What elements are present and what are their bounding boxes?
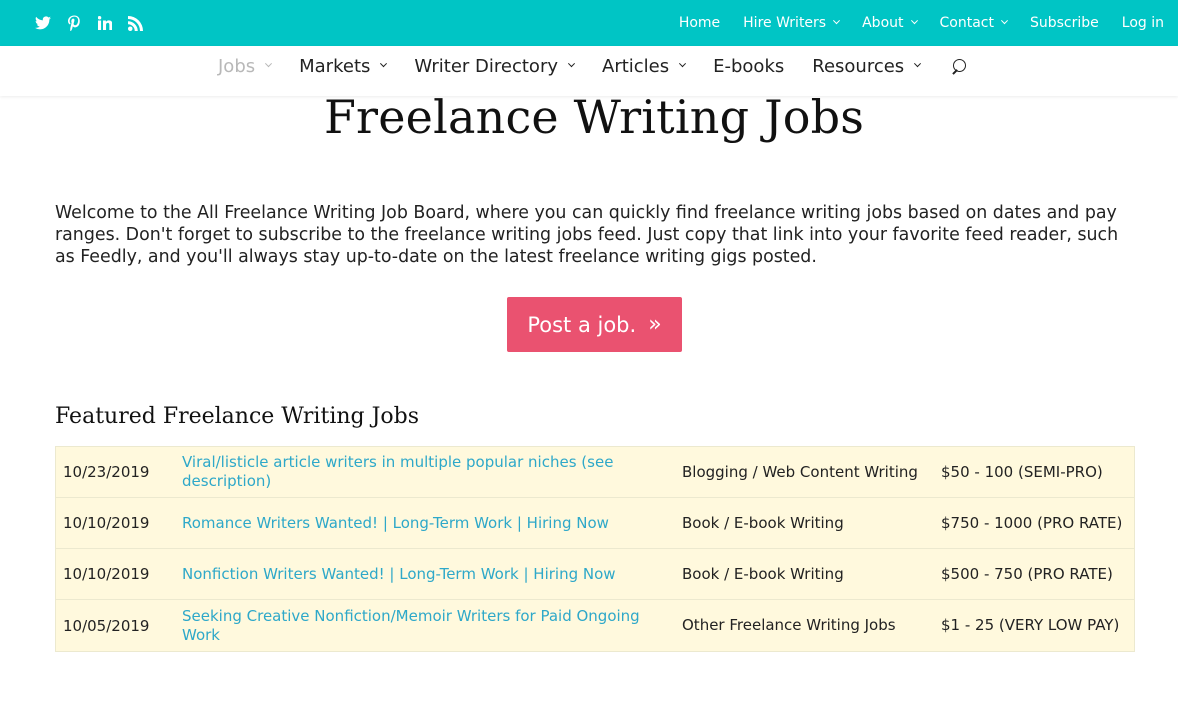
mainnav-markets[interactable]: Markets bbox=[299, 55, 388, 77]
job-date: 10/10/2019 bbox=[63, 565, 150, 583]
job-title-link[interactable]: Nonfiction Writers Wanted! | Long-Term W… bbox=[182, 565, 616, 583]
job-pay: $1 - 25 (VERY LOW PAY) bbox=[941, 616, 1120, 634]
mainnav-e-books-label: E-books bbox=[713, 55, 785, 77]
mainnav-markets-label: Markets bbox=[299, 55, 371, 77]
page-title: Freelance Writing Jobs bbox=[323, 90, 865, 144]
double-chevron-right-icon: » bbox=[648, 312, 662, 337]
chevron-down-icon bbox=[910, 16, 918, 24]
mainnav-e-books[interactable]: E-books bbox=[713, 56, 784, 77]
chevron-down-icon bbox=[833, 16, 841, 24]
chevron-down-icon bbox=[567, 59, 576, 67]
topnav-subscribe-label: Subscribe bbox=[1029, 15, 1099, 31]
chevron-down-icon bbox=[265, 59, 273, 67]
job-pay: $50 - 100 (SEMI-PRO) bbox=[941, 462, 1103, 481]
job-category: Book / E-book Writing bbox=[682, 564, 844, 583]
job-title-link[interactable]: Romance Writers Wanted! | Long-Term Work… bbox=[182, 514, 609, 532]
job-category: Other Freelance Writing Jobs bbox=[682, 616, 896, 634]
mainnav-articles-label: Articles bbox=[602, 55, 670, 77]
rss-icon[interactable] bbox=[127, 15, 144, 32]
job-pay: $750 - 1000 (PRO RATE) bbox=[941, 513, 1123, 532]
job-title-link[interactable]: Seeking Creative Nonfiction/Memoir Write… bbox=[182, 607, 640, 644]
topnav-hire-writers-label: Hire Writers bbox=[743, 15, 827, 31]
top-navigation: Home Hire Writers About Contact Subscrib… bbox=[679, 0, 1164, 46]
chevron-down-icon bbox=[380, 59, 388, 67]
topnav-contact[interactable]: Contact bbox=[939, 15, 1009, 31]
main-navigation: Jobs Markets Writer Directory Articles E… bbox=[0, 46, 1178, 96]
topnav-log-in[interactable]: Log in bbox=[1122, 15, 1164, 31]
job-category: Blogging / Web Content Writing bbox=[682, 462, 918, 481]
pinterest-icon[interactable] bbox=[65, 15, 82, 32]
job-pay: $500 - 750 (PRO RATE) bbox=[941, 564, 1113, 583]
post-job-button[interactable]: Post a job. » bbox=[507, 297, 682, 352]
featured-jobs-table: 10/23/2019 Viral/listicle article writer… bbox=[55, 446, 1135, 652]
mainnav-articles[interactable]: Articles bbox=[602, 55, 687, 77]
linkedin-icon[interactable] bbox=[96, 15, 113, 32]
topnav-home-label: Home bbox=[678, 15, 721, 31]
post-job-button-label: Post a job. bbox=[527, 312, 637, 337]
job-date: 10/10/2019 bbox=[63, 514, 150, 532]
social-links bbox=[34, 11, 144, 35]
table-row: 10/10/2019 Romance Writers Wanted! | Lon… bbox=[56, 498, 1134, 549]
twitter-icon[interactable] bbox=[34, 15, 51, 32]
chevron-down-icon bbox=[914, 59, 922, 67]
topnav-about-label: About bbox=[862, 15, 904, 31]
job-title-link[interactable]: Viral/listicle article writers in multip… bbox=[182, 453, 613, 490]
chevron-down-icon bbox=[679, 59, 687, 67]
top-bar: Home Hire Writers About Contact Subscrib… bbox=[0, 0, 1178, 46]
intro-paragraph: Welcome to the All Freelance Writing Job… bbox=[55, 203, 1119, 267]
mainnav-resources-label: Resources bbox=[812, 55, 905, 77]
mainnav-resources[interactable]: Resources bbox=[812, 55, 922, 77]
table-row: 10/23/2019 Viral/listicle article writer… bbox=[56, 447, 1134, 498]
mainnav-writer-directory[interactable]: Writer Directory bbox=[414, 55, 576, 77]
mainnav-jobs[interactable]: Jobs bbox=[218, 55, 273, 77]
topnav-about[interactable]: About bbox=[862, 15, 918, 31]
topnav-contact-label: Contact bbox=[939, 15, 994, 31]
job-category: Book / E-book Writing bbox=[682, 513, 844, 532]
job-date: 10/05/2019 bbox=[63, 616, 150, 635]
topnav-home[interactable]: Home bbox=[679, 15, 720, 31]
chevron-down-icon bbox=[1000, 16, 1009, 24]
search-icon[interactable] bbox=[950, 59, 968, 77]
topnav-subscribe[interactable]: Subscribe bbox=[1030, 15, 1099, 31]
table-row: 10/05/2019 Seeking Creative Nonfiction/M… bbox=[56, 600, 1134, 651]
topnav-log-in-label: Log in bbox=[1121, 15, 1164, 31]
job-date: 10/23/2019 bbox=[63, 463, 150, 481]
table-row: 10/10/2019 Nonfiction Writers Wanted! | … bbox=[56, 549, 1134, 600]
topnav-hire-writers[interactable]: Hire Writers bbox=[743, 15, 841, 31]
featured-jobs-heading: Featured Freelance Writing Jobs bbox=[55, 404, 420, 429]
mainnav-writer-directory-label: Writer Directory bbox=[414, 55, 558, 77]
mainnav-jobs-label: Jobs bbox=[218, 55, 256, 77]
